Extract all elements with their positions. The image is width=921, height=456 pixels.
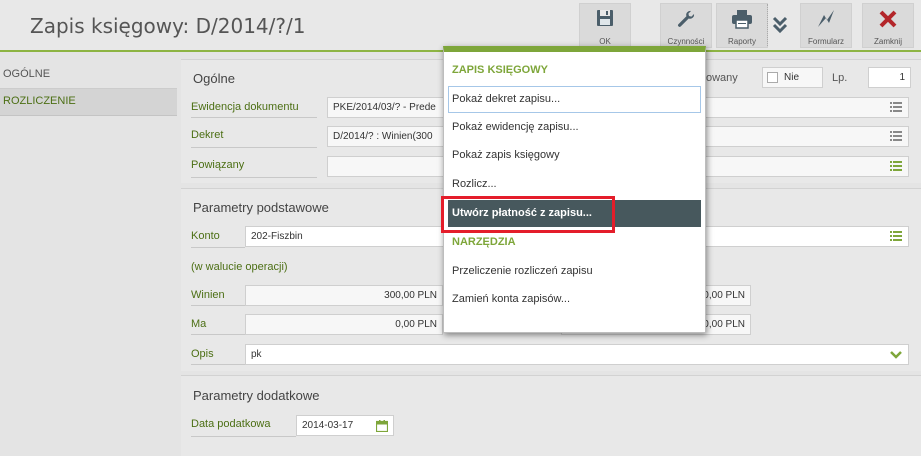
ok-button[interactable]: OK [579,3,631,48]
list-icon[interactable] [890,131,902,142]
dodatkowe-title: Parametry dodatkowe [193,388,320,403]
list-icon[interactable] [890,231,902,242]
raporty-button[interactable]: Raporty [716,3,768,48]
list-icon[interactable] [890,102,902,113]
powiazany-label: Powiązany [191,159,245,171]
menu-item-rozlicz[interactable]: Rozlicz... [448,171,701,198]
chevron-down-icon[interactable] [890,351,902,360]
lightning-icon [801,4,851,34]
wrench-icon [661,4,711,34]
menu-item-pokaz-zapis[interactable]: Pokaż zapis księgowy [448,142,701,169]
menu-item-pokaz-ewidencje[interactable]: Pokaż ewidencję zapisu... [448,114,701,141]
sidebar-item-ogolne[interactable]: OGÓLNE [0,62,177,89]
close-icon [863,4,913,34]
ma-label: Ma [191,318,207,330]
opis-label: Opis [191,348,214,360]
sidebar: OGÓLNE ROZLICZENIE [0,62,177,116]
printer-icon [717,4,767,34]
nie-checkbox-field[interactable]: Nie [762,67,823,88]
opis-select[interactable]: pk [245,344,909,365]
konto-label: Konto [191,230,220,242]
toolbar-separator [767,4,768,46]
formularz-button[interactable]: Formularz [800,3,852,48]
calendar-icon[interactable] [376,420,388,432]
zamknij-button[interactable]: Zamknij [862,3,914,48]
data-podatkowa-label: Data podatkowa [191,418,271,430]
lp-label: Lp. [832,72,848,84]
sidebar-item-rozliczenie[interactable]: ROZLICZENIE [0,89,177,116]
nie-checkbox[interactable] [767,72,778,83]
menu-item-pokaz-dekret[interactable]: Pokaż dekret zapisu... [448,86,701,113]
czynnosci-button[interactable]: Czynności [660,3,712,48]
winien-field[interactable]: 300,00 PLN [245,285,443,306]
menu-section-zapis: ZAPIS KSIĘGOWY [452,64,548,76]
callout-highlight [441,196,615,233]
ma-field[interactable]: 0,00 PLN [245,314,443,335]
menu-item-zamien-konta[interactable]: Zamień konta zapisów... [448,286,701,313]
zaksiegowany-label: owany [706,72,738,84]
waluta-label: (w walucie operacji) [191,261,288,273]
parametry-title: Parametry podstawowe [193,200,329,215]
czynnosci-dropdown-menu: ZAPIS KSIĘGOWY Pokaż dekret zapisu... Po… [443,46,706,333]
more-chevron-icon[interactable] [771,14,789,36]
winien-label: Winien [191,289,225,301]
data-podatkowa-input[interactable]: 2014-03-17 [296,415,394,436]
list-icon[interactable] [890,161,902,172]
ogolne-title: Ogólne [193,71,235,86]
dodatkowe-panel: Parametry dodatkowe Data podatkowa 2014-… [181,375,921,456]
app-header: Zapis księgowy: D/2014/?/1 OK Czynności … [0,0,921,52]
dekret-label: Dekret [191,129,224,141]
save-icon [580,4,630,34]
ewidencja-label: Ewidencja dokumentu [191,101,299,113]
menu-section-narzedzia: NARZĘDZIA [452,236,516,248]
page-title: Zapis księgowy: D/2014/?/1 [30,14,306,38]
menu-item-przeliczenie[interactable]: Przeliczenie rozliczeń zapisu [448,258,701,285]
lp-input[interactable]: 1 [868,67,911,88]
